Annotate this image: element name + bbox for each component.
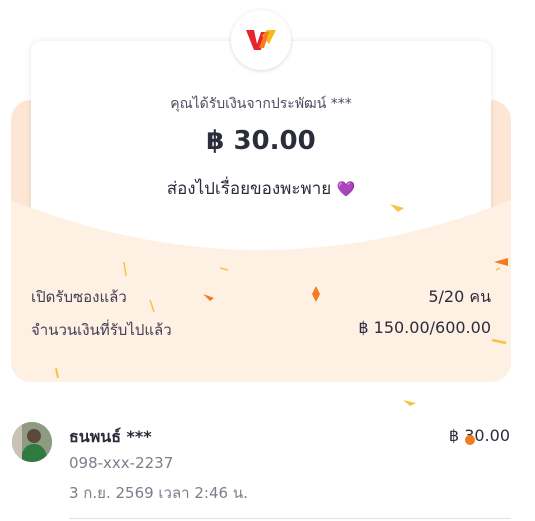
envelope-front-shape	[11, 200, 511, 382]
avatar	[12, 422, 52, 462]
receiver-time: 3 ก.ย. 2569 เวลา 2:46 น.	[69, 484, 248, 502]
brand-logo-icon	[246, 30, 276, 50]
receiver-amount: ฿ 30.00	[448, 426, 510, 445]
opened-count-label: เปิดรับซองแล้ว	[31, 288, 127, 306]
opened-count-value: 5/20 คน	[428, 287, 491, 306]
sender-line: คุณได้รับเงินจากประพัฒน์ ***	[170, 96, 352, 112]
received-total-value: ฿ 150.00/600.00	[358, 318, 491, 337]
received-total-label: จำนวนเงินที่รับไปแล้ว	[31, 321, 172, 339]
brand-logo-badge	[231, 10, 291, 70]
list-divider	[69, 518, 511, 519]
envelope-front	[11, 150, 511, 382]
receiver-name: ธนพนธ์ ***	[69, 427, 152, 446]
receiver-phone: 098-xxx-2237	[69, 454, 174, 472]
